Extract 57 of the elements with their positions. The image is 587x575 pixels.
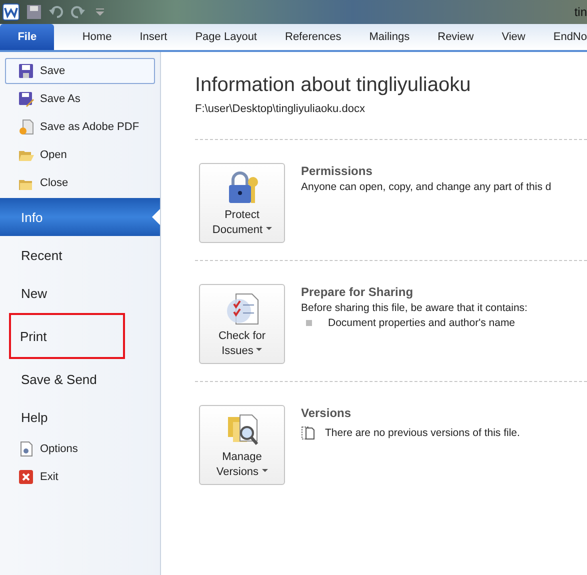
word-logo-icon[interactable]	[2, 3, 20, 21]
command-label: Save as Adobe PDF	[40, 121, 140, 133]
ribbon-tab[interactable]: Insert	[112, 24, 168, 50]
ribbon-tab[interactable]: File	[0, 24, 54, 50]
bullet-icon	[306, 320, 312, 326]
menu-command[interactable]: Save As	[5, 86, 155, 112]
ribbon-tab[interactable]: Review	[410, 24, 474, 50]
menu-page-tab[interactable]: Save & Send	[0, 360, 155, 398]
pdf-icon	[18, 119, 34, 135]
exit-icon	[18, 469, 34, 485]
save-icon[interactable]	[26, 4, 42, 20]
options-icon	[18, 441, 34, 457]
menu-command[interactable]: Options	[5, 436, 155, 462]
caret-icon	[256, 348, 262, 352]
section-heading: Versions	[301, 406, 352, 420]
section-button[interactable]: Manage Versions	[199, 405, 285, 485]
versions-text: There are no previous versions of this file.	[325, 427, 520, 439]
ribbon-tab[interactable]: EndNo	[525, 24, 587, 50]
section-heading: Prepare for Sharing	[301, 285, 414, 299]
command-label: Options	[40, 443, 78, 455]
info-title: Information about tingliyuliaoku	[195, 74, 472, 97]
save-icon	[18, 63, 34, 79]
command-label: Save	[40, 65, 66, 77]
document-icon	[301, 426, 315, 440]
command-label: Close	[40, 177, 68, 189]
window-title: tin	[574, 5, 587, 19]
section-text: Before sharing this file, be aware that it contains:	[301, 302, 528, 314]
file-path: F:\user\Desktop\tingliyuliaoku.docx	[195, 103, 366, 115]
menu-page-tab[interactable]: Print	[10, 314, 124, 358]
ribbon-tab[interactable]: View	[474, 24, 526, 50]
menu-page-tab[interactable]: Help	[0, 398, 155, 436]
command-label: Save As	[40, 93, 80, 105]
menu-command[interactable]: Save as Adobe PDF	[5, 114, 155, 140]
section-heading: Permissions	[301, 164, 374, 178]
ribbon-tab[interactable]: Mailings	[341, 24, 410, 50]
command-label: Exit	[40, 471, 58, 483]
menu-command[interactable]: Close	[5, 170, 155, 196]
menu-command[interactable]: Save	[5, 58, 155, 84]
section-text: Anyone can open, copy, and change any part of this d	[301, 181, 552, 193]
menu-page-tab[interactable]: Recent	[0, 236, 155, 274]
caret-icon	[266, 227, 272, 231]
menu-command[interactable]: Open	[5, 142, 155, 168]
ribbon-tab[interactable]: References	[257, 24, 342, 50]
ribbon-tab[interactable]: Home	[54, 24, 112, 50]
redo-icon[interactable]	[70, 4, 86, 20]
command-label: Open	[40, 149, 67, 161]
caret-icon	[262, 469, 268, 473]
bullet-text: Document properties and author's name	[328, 317, 516, 329]
menu-page-tab[interactable]: Info	[0, 198, 160, 236]
undo-icon[interactable]	[48, 4, 64, 20]
menu-command[interactable]: Exit	[5, 464, 155, 490]
pointer-icon	[152, 209, 160, 225]
save-as-icon	[18, 91, 34, 107]
menu-page-tab[interactable]: New	[0, 274, 155, 312]
section-button[interactable]: Protect Document	[199, 163, 285, 243]
ribbon-tab[interactable]: Page Layout	[167, 24, 257, 50]
section-button[interactable]: Check for Issues	[199, 284, 285, 364]
